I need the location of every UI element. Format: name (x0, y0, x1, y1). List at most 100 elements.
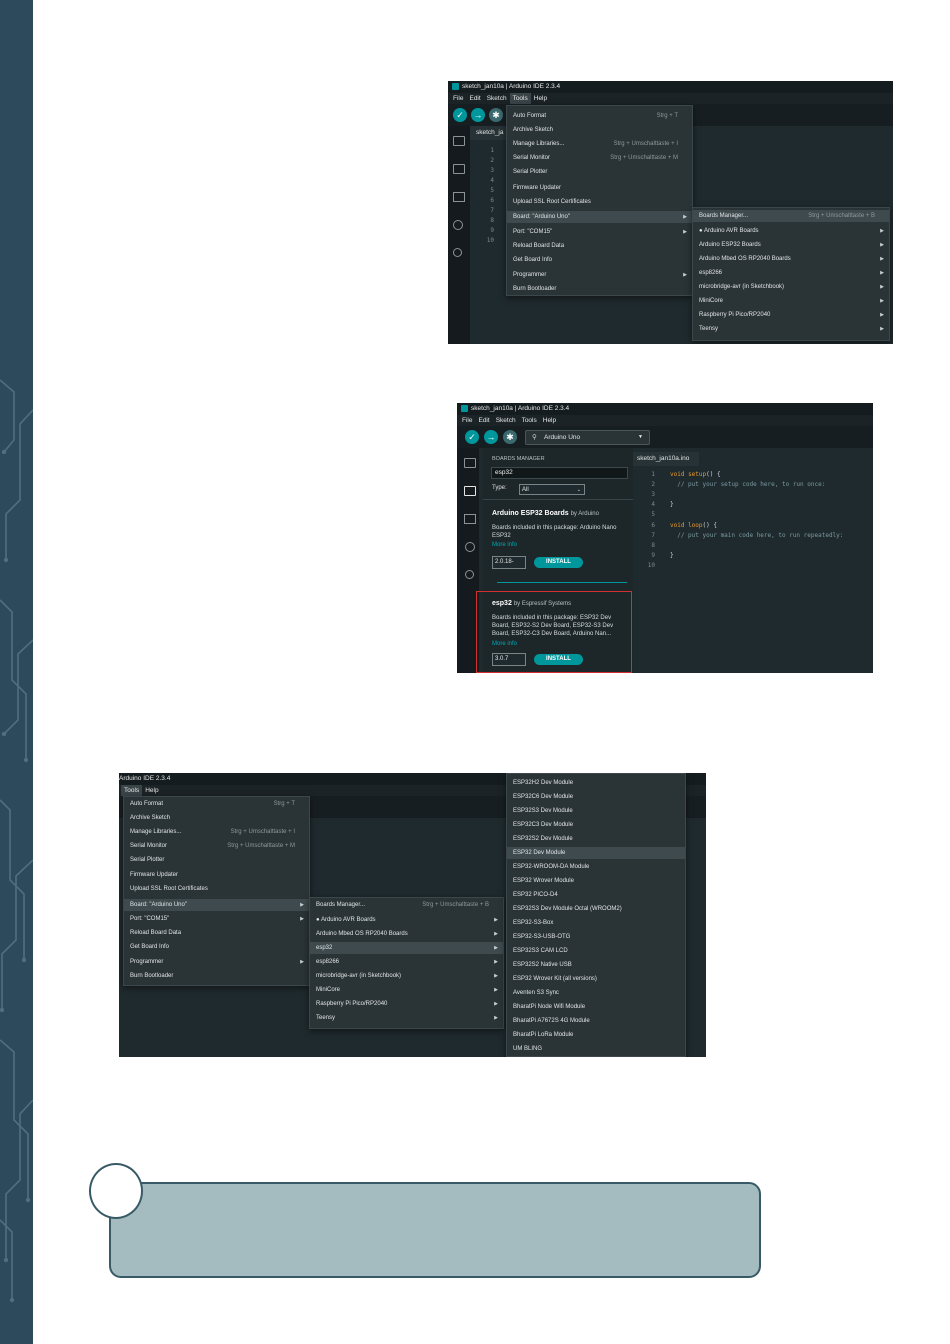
menu-help[interactable]: Help (540, 415, 559, 426)
menu-item-upload-ssl[interactable]: Upload SSL Root Certificates (507, 196, 692, 208)
folder-icon[interactable] (464, 458, 476, 468)
boards-search-input[interactable]: esp32 (491, 467, 628, 479)
board-option[interactable]: ESP32S2 Native USB (507, 959, 685, 971)
menu-item-manage-libraries[interactable]: Manage Libraries... Strg + Umschalttaste … (124, 826, 309, 838)
card2-install-button[interactable]: INSTALL (534, 654, 583, 665)
verify-icon[interactable]: ✓ (453, 108, 467, 122)
card1-install-button[interactable]: INSTALL (534, 557, 583, 568)
submenu-item-boards-manager[interactable]: Boards Manager... Strg + Umschalttaste + … (693, 210, 889, 222)
board-option[interactable]: ESP32-S3-USB-OTG (507, 931, 685, 943)
submenu-item-microbridge[interactable]: microbridge-avr (in Sketchbook) ▶ (310, 970, 503, 982)
menu-item-serial-plotter[interactable]: Serial Plotter (124, 854, 309, 866)
board-option[interactable]: BharatPi A7672S 4G Module (507, 1015, 685, 1027)
menu-edit[interactable]: Edit (466, 93, 483, 104)
search-icon[interactable] (465, 570, 474, 579)
card1-version-select[interactable]: 2.0.18- (492, 556, 526, 569)
menu-item-port[interactable]: Port: "COM15" ▶ (124, 913, 309, 925)
menu-item-auto-format[interactable]: Auto Format Strg + T (507, 110, 692, 122)
submenu-item-esp32-arduino[interactable]: Arduino ESP32 Boards ▶ (693, 239, 889, 251)
menu-tools[interactable]: Tools (519, 415, 540, 426)
menu-tools[interactable]: Tools (509, 93, 531, 104)
menu-edit[interactable]: Edit (475, 415, 492, 426)
menu-item-firmware-updater[interactable]: Firmware Updater (124, 869, 309, 881)
board-option[interactable]: BharatPi Node Wifi Module (507, 1001, 685, 1013)
submenu-item-mbed[interactable]: Arduino Mbed OS RP2040 Boards ▶ (310, 928, 503, 940)
boards-icon[interactable] (464, 486, 476, 496)
menu-sketch[interactable]: Sketch (493, 415, 519, 426)
board-option[interactable]: ESP32S3 Dev Module Octal (WROOM2) (507, 903, 685, 915)
menu-item-serial-plotter[interactable]: Serial Plotter (507, 166, 692, 178)
submenu-item-boards-manager[interactable]: Boards Manager... Strg + Umschalttaste + … (310, 899, 503, 911)
board-option[interactable]: BharatPi LoRa Module (507, 1029, 685, 1041)
menu-help[interactable]: Help (531, 93, 550, 104)
submenu-item-rp2040[interactable]: Raspberry Pi Pico/RP2040 ▶ (693, 309, 889, 321)
board-option[interactable]: ESP32S3 CAM LCD (507, 945, 685, 957)
board-option[interactable]: ESP32 PICO-D4 (507, 889, 685, 901)
menu-item-board[interactable]: Board: "Arduino Uno" ▶ (124, 899, 309, 911)
board-option[interactable]: ESP32S3 Dev Module (507, 805, 685, 817)
debug-icon[interactable]: ✱ (489, 108, 503, 122)
verify-icon[interactable]: ✓ (465, 430, 479, 444)
type-dropdown[interactable]: All ⌄ (519, 484, 585, 495)
code-editor[interactable]: 1 2 3 4 5 6 7 8 9 10 void setup() { // p… (633, 466, 873, 673)
upload-icon[interactable]: → (471, 108, 485, 122)
debug-circle-icon[interactable] (453, 220, 463, 230)
boards-icon[interactable] (453, 164, 465, 174)
menu-sketch[interactable]: Sketch (484, 93, 510, 104)
submenu-item-avr[interactable]: ● Arduino AVR Boards ▶ (693, 225, 889, 237)
submenu-item-minicore[interactable]: MiniCore ▶ (693, 295, 889, 307)
menu-file[interactable]: File (450, 93, 466, 104)
submenu-item-esp32[interactable]: esp32 ▶ (310, 942, 503, 954)
menu-item-archive-sketch[interactable]: Archive Sketch (124, 812, 309, 824)
menu-item-port[interactable]: Port: "COM15" ▶ (507, 226, 692, 238)
menu-item-reload-board-data[interactable]: Reload Board Data (124, 927, 309, 939)
menu-item-reload-board-data[interactable]: Reload Board Data (507, 240, 692, 252)
submenu-item-teensy[interactable]: Teensy ▶ (310, 1012, 503, 1024)
menu-item-upload-ssl[interactable]: Upload SSL Root Certificates (124, 883, 309, 895)
submenu-item-avr[interactable]: ● Arduino AVR Boards ▶ (310, 914, 503, 926)
search-icon[interactable] (453, 248, 462, 257)
board-option[interactable]: ESP32C6 Dev Module (507, 791, 685, 803)
board-option[interactable]: ESP32-S3-Box (507, 917, 685, 929)
editor-tab[interactable]: sketch_jan10a.ino (633, 452, 699, 466)
board-selector[interactable]: ⚲ Arduino Uno ▼ (525, 430, 650, 445)
menu-item-manage-libraries[interactable]: Manage Libraries... Strg + Umschalttaste … (507, 138, 692, 150)
board-option[interactable]: ESP32H2 Dev Module (507, 777, 685, 789)
board-option[interactable]: UM BLING (507, 1043, 685, 1055)
submenu-item-minicore[interactable]: MiniCore ▶ (310, 984, 503, 996)
debug-icon[interactable]: ✱ (503, 430, 517, 444)
submenu-item-rp2040[interactable]: Raspberry Pi Pico/RP2040 ▶ (310, 998, 503, 1010)
board-option[interactable]: ESP32-WROOM-DA Module (507, 861, 685, 873)
menu-item-serial-monitor[interactable]: Serial Monitor Strg + Umschalttaste + M (124, 840, 309, 852)
board-option-esp32-dev-module[interactable]: ESP32 Dev Module (507, 847, 685, 859)
board-option[interactable]: ESP32C3 Dev Module (507, 819, 685, 831)
menu-item-programmer[interactable]: Programmer ▶ (507, 269, 692, 281)
submenu-item-esp8266[interactable]: esp8266 ▶ (693, 267, 889, 279)
menu-item-firmware-updater[interactable]: Firmware Updater (507, 182, 692, 194)
folder-icon[interactable] (453, 136, 465, 146)
debug-circle-icon[interactable] (465, 542, 475, 552)
menu-tools[interactable]: Tools (121, 785, 143, 796)
menu-item-get-board-info[interactable]: Get Board Info (124, 941, 309, 953)
board-option[interactable]: ESP32 Wrover Kit (all versions) (507, 973, 685, 985)
menu-item-burn-bootloader[interactable]: Burn Bootloader (124, 970, 309, 982)
editor-tab[interactable]: sketch_ja (470, 126, 508, 140)
library-icon[interactable] (464, 514, 476, 524)
menu-item-board[interactable]: Board: "Arduino Uno" ▶ (507, 211, 692, 223)
menu-file[interactable]: File (459, 415, 475, 426)
submenu-item-microbridge[interactable]: microbridge-avr (in Sketchbook) ▶ (693, 281, 889, 293)
menu-item-serial-monitor[interactable]: Serial Monitor Strg + Umschalttaste + M (507, 152, 692, 164)
menu-item-auto-format[interactable]: Auto Format Strg + T (124, 798, 309, 810)
submenu-item-mbed[interactable]: Arduino Mbed OS RP2040 Boards ▶ (693, 253, 889, 265)
board-option[interactable]: Aventen S3 Sync (507, 987, 685, 999)
library-icon[interactable] (453, 192, 465, 202)
card2-version-select[interactable]: 3.0.7 (492, 653, 526, 666)
submenu-item-esp8266[interactable]: esp8266 ▶ (310, 956, 503, 968)
upload-icon[interactable]: → (484, 430, 498, 444)
board-option[interactable]: ESP32S2 Dev Module (507, 833, 685, 845)
card2-more-info-link[interactable]: More info (492, 641, 517, 647)
menu-item-get-board-info[interactable]: Get Board Info (507, 254, 692, 266)
submenu-item-teensy[interactable]: Teensy ▶ (693, 323, 889, 335)
menu-help[interactable]: Help (142, 785, 161, 796)
menu-item-programmer[interactable]: Programmer ▶ (124, 956, 309, 968)
